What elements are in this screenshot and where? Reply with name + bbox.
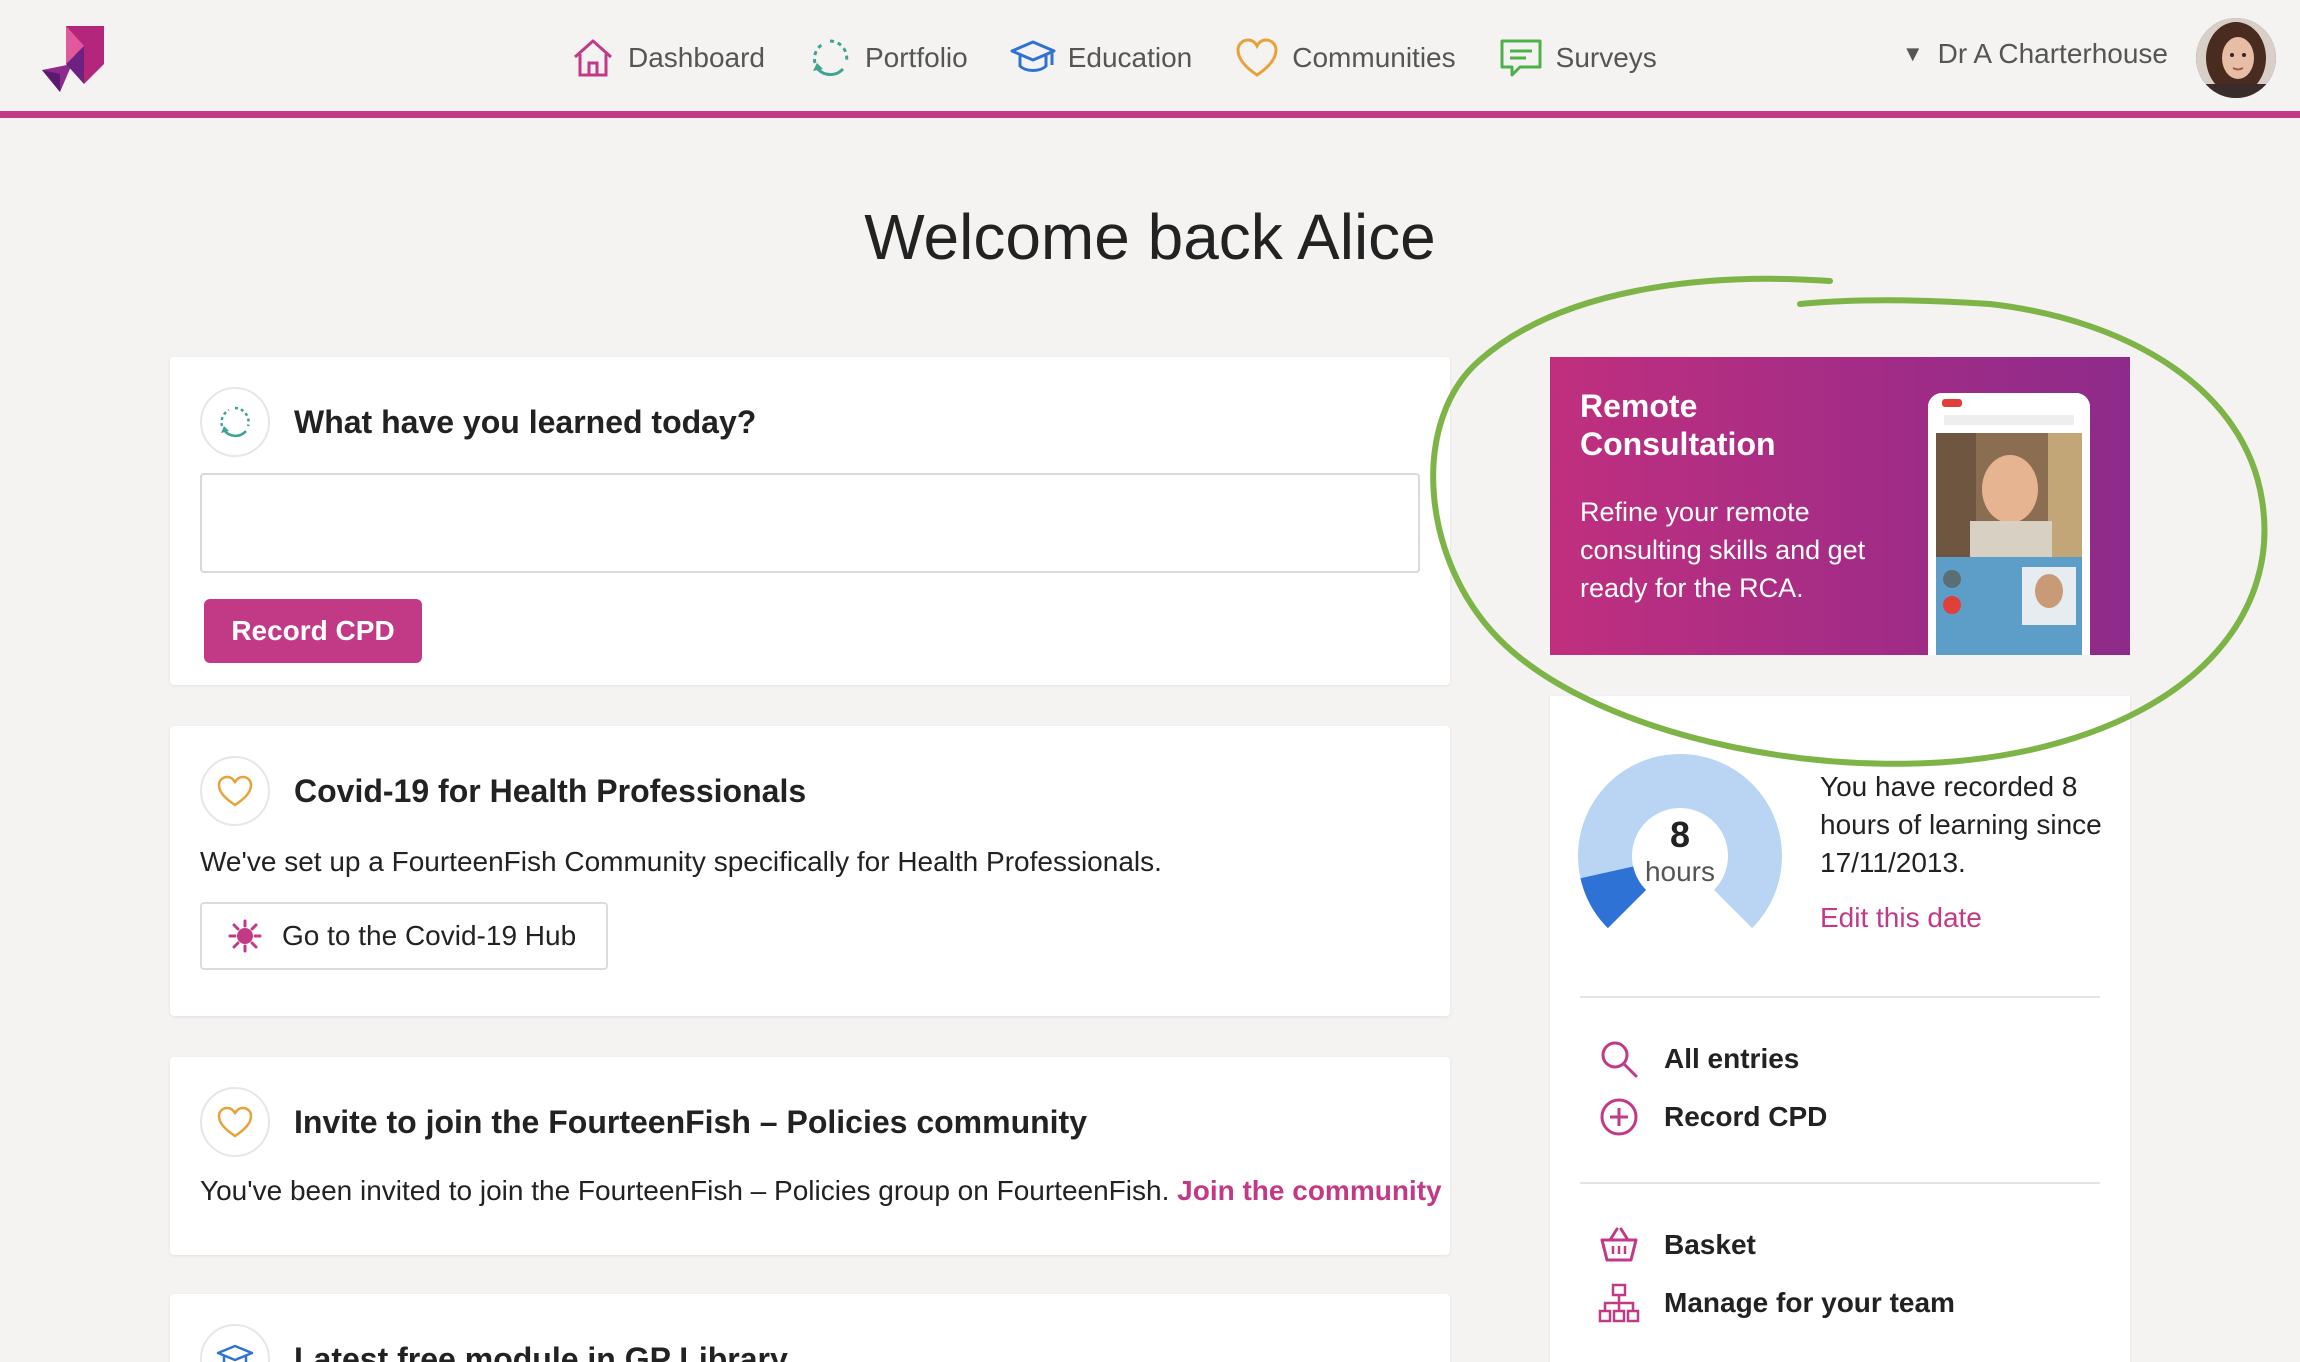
invite-text: You've been invited to join the Fourteen…	[200, 1175, 1170, 1206]
top-navigation-bar: Dashboard Portfolio Education Communitie…	[0, 0, 2300, 118]
basket-icon	[1600, 1227, 1638, 1262]
card-title: Latest free module in GP Library	[294, 1340, 788, 1362]
avatar[interactable]	[2196, 18, 2276, 98]
join-community-link[interactable]: Join the community	[1177, 1175, 1441, 1206]
nav-surveys[interactable]: Surveys	[1498, 30, 1657, 86]
heart-icon	[1236, 38, 1278, 77]
basket-link[interactable]: Basket	[1598, 1224, 1756, 1266]
nav-portfolio[interactable]: Portfolio	[807, 30, 968, 86]
promo-text: Refine your remote consulting skills and…	[1580, 497, 1866, 603]
graduation-cap-icon	[1010, 40, 1056, 72]
learned-today-card: What have you learned today? Record CPD	[170, 357, 1450, 685]
portfolio-icon	[812, 39, 849, 77]
page-title: Welcome back Alice	[864, 201, 1436, 273]
promo-title: Remote Consultation	[1580, 388, 1776, 462]
record-cpd-button[interactable]: Record CPD	[204, 599, 422, 663]
card-title: Invite to join the FourteenFish – Polici…	[294, 1103, 1087, 1140]
portfolio-icon	[200, 387, 270, 457]
video-call-image-icon	[1928, 393, 2090, 655]
virus-icon	[228, 919, 262, 953]
learning-input[interactable]	[200, 473, 1420, 573]
learning-stats-card: 8 hours You have recorded 8 hours of lea…	[1550, 696, 2130, 1362]
chat-bubble-icon	[1500, 39, 1542, 77]
hours-summary: You have recorded 8 hours of learning si…	[1820, 771, 2102, 878]
nav-label: Communities	[1292, 42, 1456, 73]
hours-number: 8	[1669, 814, 1691, 855]
home-icon	[574, 39, 612, 77]
covid-hub-button[interactable]: Go to the Covid-19 Hub	[200, 902, 609, 970]
card-text: We've set up a FourteenFish Community sp…	[200, 846, 1162, 877]
nav-dashboard[interactable]: Dashboard	[570, 30, 765, 86]
video-call-phone-image	[1928, 393, 2090, 655]
card-title: Covid-19 for Health Professionals	[294, 772, 807, 809]
divider	[1580, 996, 2100, 998]
heart-icon	[200, 1087, 270, 1157]
menu-label: All entries	[1664, 1043, 1800, 1074]
card-title: What have you learned today?	[294, 403, 757, 440]
nav-label: Surveys	[1555, 42, 1657, 73]
caret-down-icon: ▼	[1901, 41, 1924, 66]
hours-unit: hours	[1644, 856, 1716, 887]
org-chart-icon	[1598, 1283, 1640, 1323]
graduation-cap-icon	[200, 1324, 270, 1362]
card-text: You've been invited to join the Fourteen…	[200, 1175, 1442, 1207]
record-cpd-link[interactable]: Record CPD	[1598, 1096, 1827, 1138]
nav-education[interactable]: Education	[1010, 30, 1193, 86]
edit-date-link[interactable]: Edit this date	[1820, 902, 1982, 934]
heart-icon	[200, 756, 270, 826]
menu-label: Record CPD	[1664, 1101, 1828, 1132]
button-label: Go to the Covid-19 Hub	[282, 920, 577, 951]
user-photo-icon	[2196, 18, 2276, 98]
divider	[1580, 1182, 2100, 1184]
search-icon	[1601, 1041, 1638, 1078]
nav-label: Education	[1067, 42, 1193, 73]
remote-consultation-promo[interactable]: Remote Consultation Refine your remote c…	[1550, 357, 2130, 655]
user-menu[interactable]: ▼ Dr A Charterhouse	[1902, 38, 2168, 70]
nav-label: Dashboard	[628, 42, 765, 73]
menu-label: Basket	[1664, 1229, 1756, 1260]
all-entries-link[interactable]: All entries	[1598, 1038, 1799, 1080]
nav-label: Portfolio	[864, 42, 968, 73]
menu-label: Manage for your team	[1664, 1287, 1955, 1318]
covid-card: Covid-19 for Health Professionals We've …	[170, 726, 1450, 1016]
plus-circle-icon	[1600, 1098, 1638, 1136]
main-nav: Dashboard Portfolio Education Communitie…	[570, 30, 1699, 86]
nav-communities[interactable]: Communities	[1234, 30, 1456, 86]
manage-team-link[interactable]: Manage for your team	[1598, 1282, 1955, 1324]
invite-card: Invite to join the FourteenFish – Polici…	[170, 1057, 1450, 1255]
fourteenfish-logo-icon[interactable]	[36, 26, 108, 98]
library-card: Latest free module in GP Library	[170, 1294, 1450, 1362]
user-name: Dr A Charterhouse	[1937, 38, 2168, 69]
